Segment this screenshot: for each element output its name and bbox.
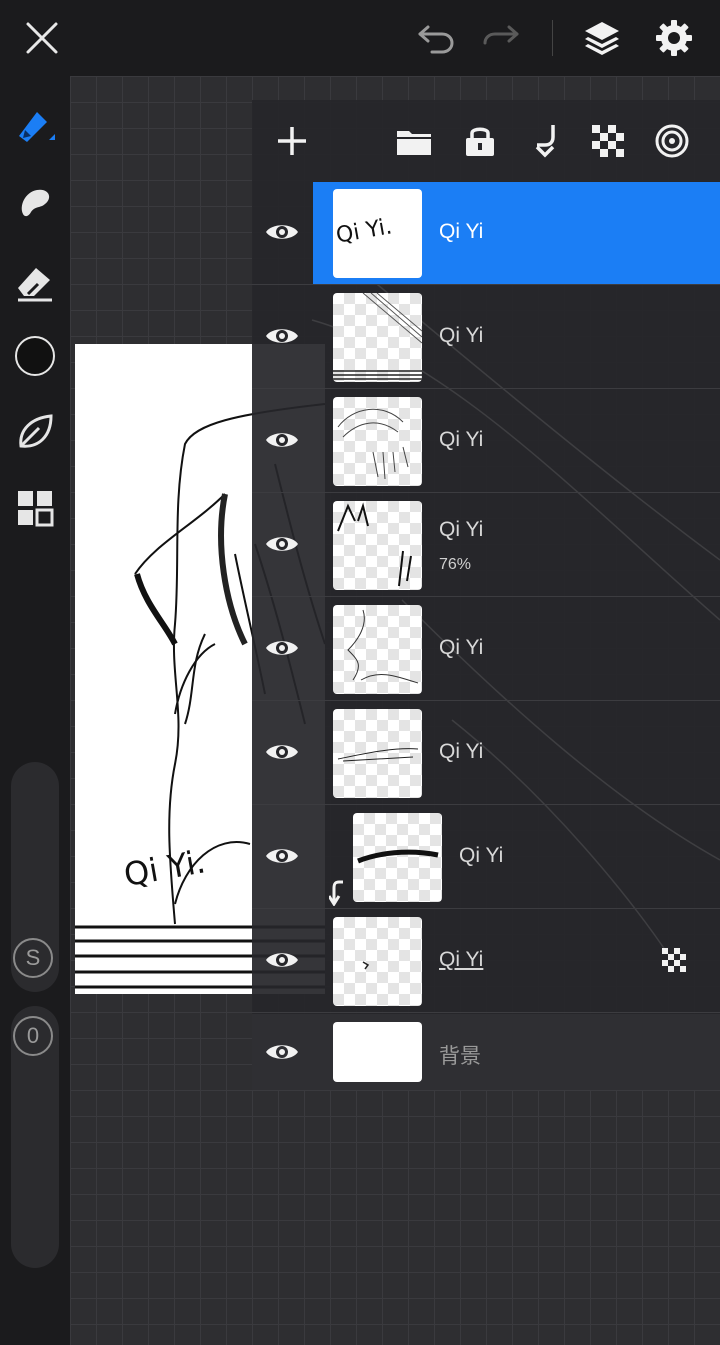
layer-thumbnail-text: Qi Yi.: [334, 214, 394, 249]
layer-name: Qi Yi: [459, 844, 504, 867]
layer-thumbnail: Qi Yi.: [333, 189, 422, 278]
top-bar: [0, 0, 720, 76]
layer-thumbnail: [333, 397, 422, 486]
layer-body[interactable]: Qi Yi: [313, 806, 720, 908]
layer-row[interactable]: Qi Yi: [252, 806, 720, 909]
background-layer-row[interactable]: 背景: [252, 1014, 720, 1090]
layer-thumbnail: [333, 293, 422, 382]
layer-name: Qi Yi: [439, 740, 484, 763]
layer-row[interactable]: Qi Yi: [252, 598, 720, 701]
brush-size-knob[interactable]: S: [13, 938, 53, 978]
layer-thumbnail: [333, 917, 422, 1006]
eraser-icon[interactable]: [11, 258, 59, 306]
folder-icon[interactable]: [390, 117, 438, 165]
eye-icon[interactable]: [262, 732, 302, 772]
layers-panel: Qi Yi. Qi Yi Qi Yi Qi Yi Qi Yi 76% Qi Yi…: [252, 100, 720, 1090]
artwork-signature: Qi Yi.: [121, 842, 208, 894]
layer-name: Qi Yi: [439, 948, 484, 971]
layer-body[interactable]: Qi Yi: [313, 702, 720, 804]
layer-body[interactable]: Qi Yi: [313, 598, 720, 700]
lock-icon[interactable]: [456, 117, 504, 165]
eye-icon[interactable]: [262, 836, 302, 876]
layer-opacity: 76%: [439, 556, 472, 573]
layer-thumbnail: [333, 709, 422, 798]
layer-name: Qi Yi: [439, 220, 484, 243]
target-icon[interactable]: [648, 117, 696, 165]
opacity-slider[interactable]: 0: [11, 1006, 59, 1268]
layer-row[interactable]: Qi Yi: [252, 702, 720, 805]
brush-size-slider[interactable]: S: [11, 762, 59, 992]
layer-name: Qi Yi: [439, 518, 484, 541]
eye-icon[interactable]: [262, 1032, 302, 1072]
checkerboard-icon[interactable]: [584, 117, 632, 165]
eye-icon[interactable]: [262, 212, 302, 252]
merge-down-icon[interactable]: [520, 117, 568, 165]
layer-row[interactable]: Qi Yi: [252, 286, 720, 389]
undo-icon[interactable]: [412, 14, 460, 62]
smudge-icon[interactable]: [11, 180, 59, 228]
layer-name: Qi Yi: [439, 636, 484, 659]
layer-row[interactable]: Qi Yi 76%: [252, 494, 720, 597]
brush-icon[interactable]: [11, 100, 59, 148]
layers-panel-toolbar: [252, 100, 720, 182]
grid-icon[interactable]: [11, 484, 59, 532]
layer-body[interactable]: Qi Yi: [313, 286, 720, 388]
close-icon[interactable]: [18, 14, 66, 62]
toolbar-divider: [552, 20, 553, 56]
layer-body[interactable]: 背景: [313, 1014, 720, 1090]
leaf-icon[interactable]: [11, 408, 59, 456]
layer-body[interactable]: Qi Yi: [313, 390, 720, 492]
layer-thumbnail: [353, 813, 442, 902]
alpha-lock-icon[interactable]: [662, 948, 686, 976]
layer-name: 背景: [439, 1045, 481, 1068]
eye-icon[interactable]: [262, 524, 302, 564]
gear-icon[interactable]: [650, 14, 698, 62]
redo-icon[interactable]: [477, 14, 525, 62]
tool-sidebar: S 0: [0, 76, 70, 1345]
eye-icon[interactable]: [262, 316, 302, 356]
layer-row[interactable]: Qi Yi. Qi Yi: [252, 182, 720, 285]
layer-row[interactable]: Qi Yi: [252, 390, 720, 493]
layer-name: Qi Yi: [439, 324, 484, 347]
eye-icon[interactable]: [262, 420, 302, 460]
layer-body[interactable]: Qi Yi. Qi Yi: [313, 182, 720, 284]
color-circle-icon[interactable]: [11, 332, 59, 380]
layer-body[interactable]: Qi Yi 76%: [313, 494, 720, 596]
layer-name: Qi Yi: [439, 428, 484, 451]
layer-body[interactable]: Qi Yi: [313, 910, 720, 1012]
add-icon[interactable]: [268, 117, 316, 165]
layer-thumbnail: [333, 501, 422, 590]
layers-icon[interactable]: [578, 14, 626, 62]
clipping-arrow-icon: [327, 880, 349, 910]
layer-row[interactable]: Qi Yi: [252, 910, 720, 1013]
eye-icon[interactable]: [262, 940, 302, 980]
layer-thumbnail: [333, 1022, 422, 1082]
layer-thumbnail: [333, 605, 422, 694]
eye-icon[interactable]: [262, 628, 302, 668]
opacity-knob[interactable]: 0: [13, 1016, 53, 1056]
